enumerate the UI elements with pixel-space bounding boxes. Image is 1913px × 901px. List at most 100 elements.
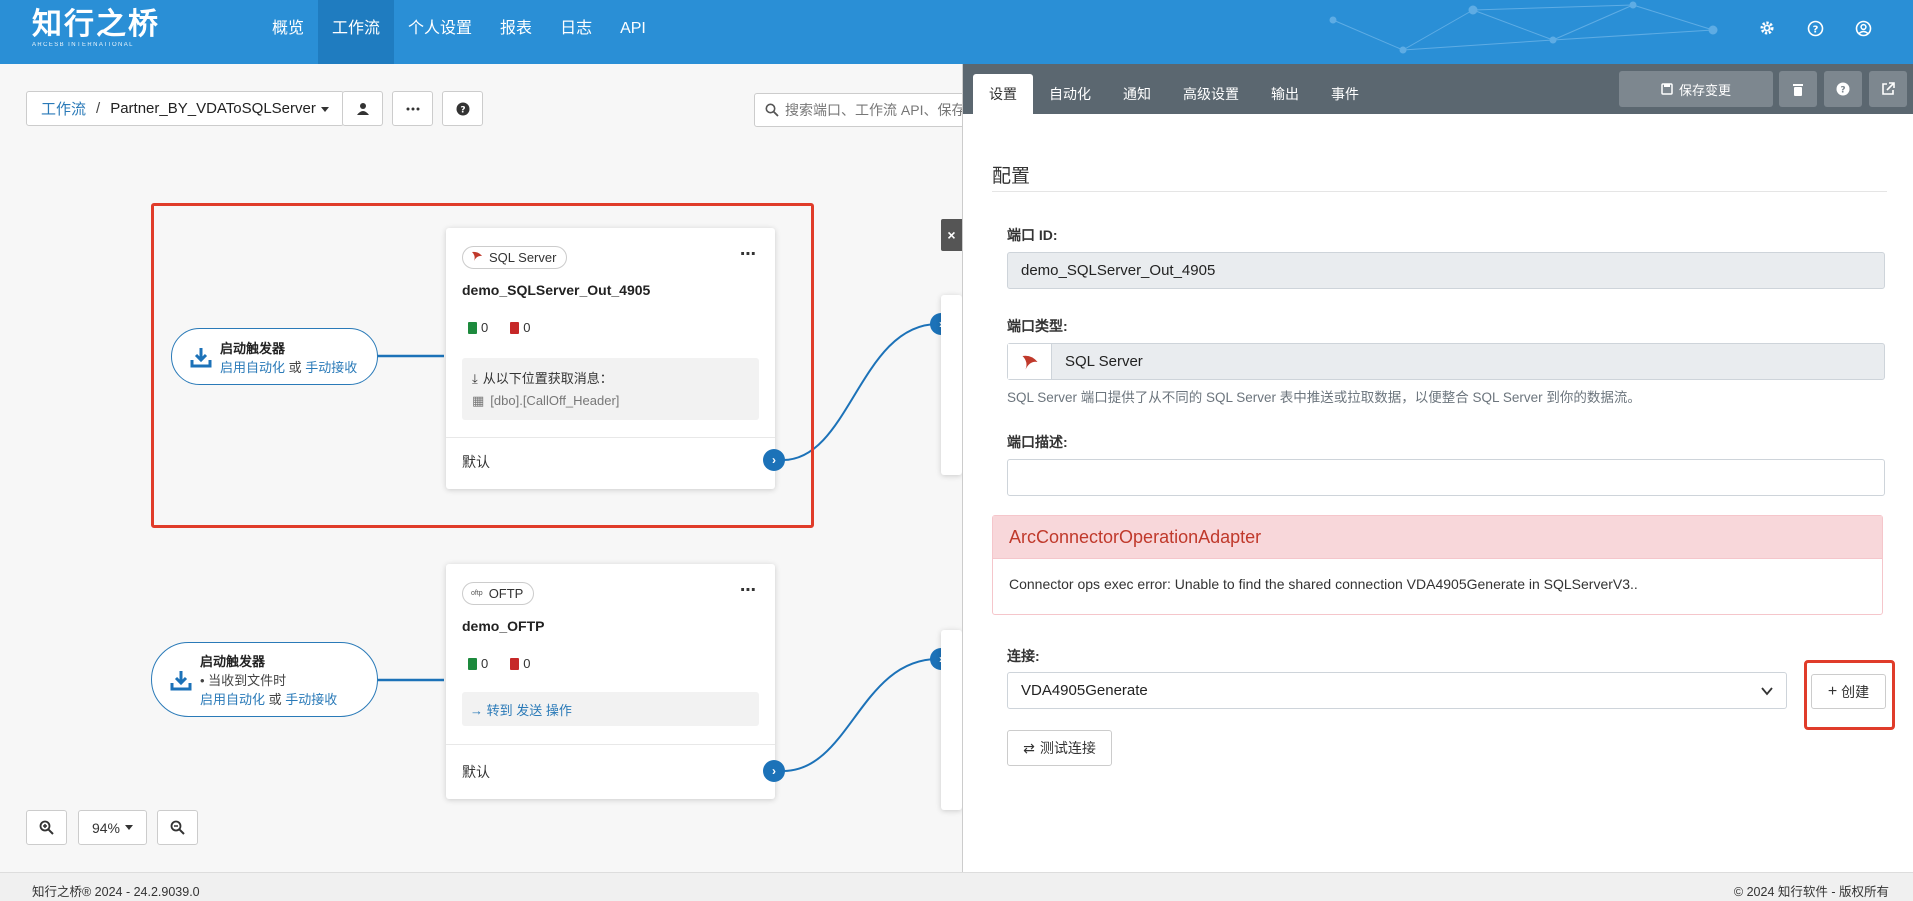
trigger-title: 启动触发器	[220, 340, 286, 356]
nav-api[interactable]: API	[606, 0, 660, 64]
port-type-field: SQL Server	[1007, 343, 1885, 380]
output-port-chevron-icon[interactable]: ›	[763, 760, 785, 782]
or-text: 或	[268, 692, 282, 707]
close-icon: ×	[947, 227, 956, 243]
panel-header: 设置 自动化 通知 高级设置 输出 事件 保存变更 ?	[963, 64, 1913, 114]
workflow-canvas[interactable]: 工作流 / Partner_BY_VDAToSQLServer ? 搜索端口、工…	[0, 64, 962, 872]
port-settings-panel: 设置 自动化 通知 高级设置 输出 事件 保存变更 ? 配置 端口 ID: de…	[962, 64, 1913, 872]
alert-title: ArcConnectorOperationAdapter	[993, 516, 1882, 559]
gear-icon[interactable]	[1757, 18, 1777, 38]
goto-prefix: → 转到	[470, 703, 513, 718]
open-external-button[interactable]	[1869, 71, 1907, 107]
message-counts: 0 0	[468, 656, 530, 671]
config-section-title: 配置	[992, 166, 1031, 187]
close-panel-button[interactable]: ×	[941, 219, 962, 251]
goto-suffix: 操作	[545, 703, 572, 718]
delete-button[interactable]	[1779, 71, 1817, 107]
help-circle-icon[interactable]: ?	[1805, 18, 1825, 38]
tab-advanced[interactable]: 高级设置	[1167, 74, 1255, 114]
error-count[interactable]: 0	[510, 320, 530, 335]
tab-automation[interactable]: 自动化	[1033, 74, 1107, 114]
error-count-value: 0	[523, 320, 531, 335]
card-menu-icon[interactable]: ⋯	[740, 244, 757, 264]
tab-events[interactable]: 事件	[1315, 74, 1375, 114]
card-divider	[446, 437, 775, 438]
port-id-value: demo_SQLServer_Out_4905	[1021, 262, 1216, 279]
start-trigger-file[interactable]: 启动触发器 • 当收到文件时 启用自动化 或 手动接收	[151, 642, 378, 717]
network-decoration	[1329, 1, 1718, 54]
nav-reports[interactable]: 报表	[486, 0, 546, 64]
app-logo[interactable]: 知行之桥 ARCESB INTERNATIONAL	[32, 7, 160, 49]
tab-settings[interactable]: 设置	[973, 74, 1033, 114]
download-icon	[190, 347, 212, 367]
port-description-textarea[interactable]	[1007, 459, 1885, 496]
source-info: ⤓ 从以下位置获取消息： ▦ [dbo].[CallOff_Header]	[462, 358, 759, 420]
port-card-sqlserver[interactable]: SQL Server ⋯ demo_SQLServer_Out_4905 0 0…	[446, 228, 775, 489]
exchange-arrows-icon: ⇄	[1023, 739, 1035, 756]
port-type-badge: oftp OFTP	[462, 582, 535, 605]
zoom-out-button[interactable]	[157, 810, 198, 845]
caret-down-icon	[125, 825, 134, 830]
top-icons: ?	[1757, 18, 1873, 38]
enable-automation-link[interactable]: 启用自动化	[200, 692, 265, 707]
logo-text: 知行之桥	[32, 7, 160, 42]
trash-icon	[1793, 83, 1803, 96]
next-port-card[interactable]	[941, 630, 962, 810]
output-port-chevron-icon[interactable]: ›	[763, 449, 785, 471]
svg-text:?: ?	[1812, 24, 1818, 35]
port-type-label: 端口类型:	[1007, 318, 1068, 334]
tab-notifications[interactable]: 通知	[1107, 74, 1167, 114]
nav-overview[interactable]: 概览	[258, 0, 318, 64]
sent-count[interactable]: 0	[468, 320, 488, 335]
nav-logs[interactable]: 日志	[546, 0, 606, 64]
nav-profile[interactable]: 个人设置	[394, 0, 486, 64]
zoom-level-dropdown[interactable]: 94%	[78, 810, 147, 845]
zoom-in-icon	[39, 820, 54, 835]
goto-action[interactable]: → 转到 发送 操作	[462, 692, 759, 726]
svg-text:?: ?	[1840, 86, 1845, 96]
port-type-badge: SQL Server	[462, 246, 568, 269]
port-type-help: SQL Server 端口提供了从不同的 SQL Server 表中推送或拉取数…	[1007, 390, 1641, 405]
file-error-icon	[510, 321, 520, 334]
manual-receive-link[interactable]: 手动接收	[305, 360, 357, 375]
save-icon	[1661, 83, 1673, 95]
sent-count-value: 0	[481, 320, 489, 335]
connection-select[interactable]: VDA4905Generate	[1007, 672, 1787, 709]
source-title: 从以下位置获取消息：	[482, 371, 613, 386]
error-count[interactable]: 0	[510, 656, 530, 671]
port-type-label: OFTP	[488, 586, 524, 601]
manual-receive-link[interactable]: 手动接收	[285, 692, 337, 707]
tab-output[interactable]: 输出	[1255, 74, 1315, 114]
question-icon: ?	[1836, 82, 1850, 96]
logo-subtext: ARCESB INTERNATIONAL	[32, 42, 134, 48]
sent-count[interactable]: 0	[468, 656, 488, 671]
error-count-value: 0	[523, 656, 531, 671]
user-circle-icon[interactable]	[1853, 18, 1873, 38]
chevron-down-icon	[1761, 687, 1773, 696]
create-connection-button[interactable]: + 创建	[1811, 674, 1886, 709]
enable-automation-link[interactable]: 启用自动化	[220, 360, 285, 375]
trigger-title: 启动触发器	[200, 654, 266, 669]
error-alert: ArcConnectorOperationAdapter Connector o…	[992, 515, 1883, 615]
sqlserver-icon	[471, 250, 483, 265]
section-divider	[992, 191, 1887, 192]
goto-send-link[interactable]: 发送	[516, 703, 542, 718]
file-success-icon	[468, 657, 477, 670]
save-changes-button[interactable]: 保存变更	[1619, 71, 1773, 107]
external-link-icon	[1882, 82, 1895, 95]
port-name: demo_OFTP	[462, 618, 545, 634]
default-route-label: 默认	[462, 764, 490, 780]
port-desc-label: 端口描述:	[1007, 434, 1068, 450]
nav-workflow[interactable]: 工作流	[318, 0, 395, 64]
panel-help-button[interactable]: ?	[1824, 71, 1862, 107]
port-id-field[interactable]: demo_SQLServer_Out_4905	[1007, 252, 1885, 289]
next-port-card[interactable]	[941, 295, 962, 475]
connection-value: VDA4905Generate	[1021, 682, 1148, 699]
zoom-in-button[interactable]	[26, 810, 67, 845]
start-trigger[interactable]: 启动触发器 启用自动化 或 手动接收	[171, 328, 378, 385]
test-connection-button[interactable]: ⇄ 测试连接	[1007, 730, 1112, 766]
card-menu-icon[interactable]: ⋯	[740, 580, 757, 600]
port-card-oftp[interactable]: oftp OFTP ⋯ demo_OFTP 0 0 → 转到 发送 操作 默认	[446, 564, 775, 799]
zoom-out-icon	[170, 820, 185, 835]
port-id-label: 端口 ID:	[1007, 227, 1058, 243]
